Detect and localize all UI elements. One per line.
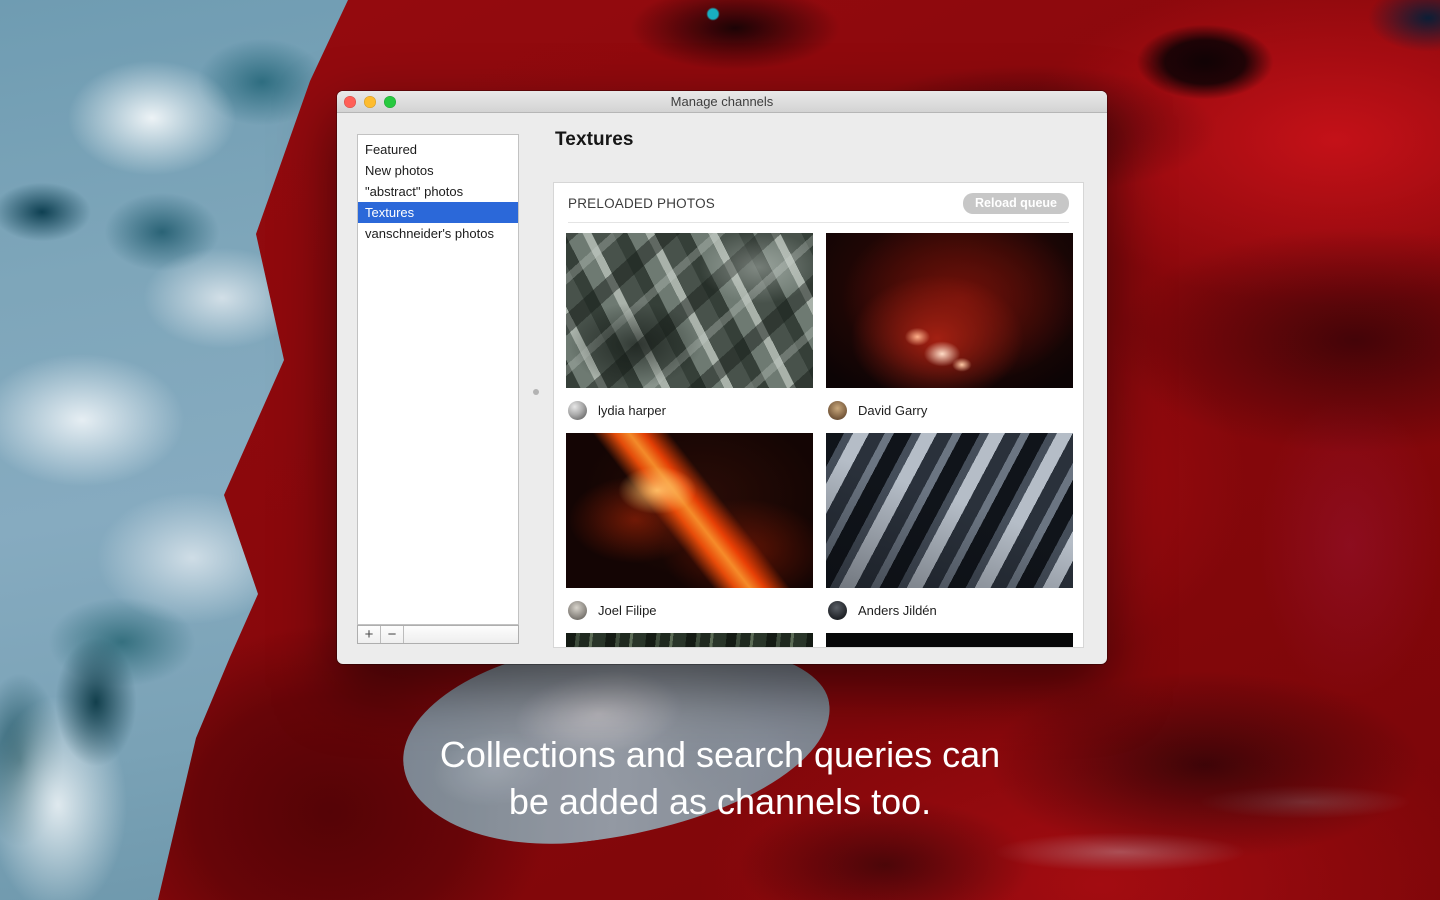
photo-architecture-beams: [826, 433, 1073, 588]
manage-channels-window: Manage channels Featured New photos "abs…: [337, 91, 1107, 664]
page-title: Textures: [555, 129, 634, 151]
channel-list-item[interactable]: "abstract" photos: [358, 181, 518, 202]
author-name: David Garry: [858, 403, 927, 418]
photo-grid[interactable]: lydia harper David Garry Joel Filipe: [566, 233, 1073, 648]
screen-caption: Collections and search queries can be ad…: [0, 731, 1440, 825]
author-avatar: [568, 401, 587, 420]
fullscreen-button[interactable]: [384, 96, 396, 108]
window-titlebar[interactable]: Manage channels: [337, 91, 1107, 113]
photo-lava-streak: [566, 433, 813, 588]
author-avatar: [828, 401, 847, 420]
panel-header: PRELOADED PHOTOS: [568, 196, 715, 211]
caption-line-2: be added as channels too.: [0, 778, 1440, 825]
reload-queue-button[interactable]: Reload queue: [963, 193, 1069, 214]
author-name: Anders Jildén: [858, 603, 937, 618]
photo-dark-smoke: [826, 633, 1073, 648]
traffic-lights: [344, 96, 396, 108]
photo-caption: lydia harper: [566, 388, 813, 433]
channel-list-item[interactable]: Featured: [358, 139, 518, 160]
desktop: Manage channels Featured New photos "abs…: [0, 0, 1440, 900]
close-button[interactable]: [344, 96, 356, 108]
channel-list-footer: + −: [357, 625, 519, 644]
channel-list-item[interactable]: New photos: [358, 160, 518, 181]
photo-grass-blades: [566, 633, 813, 648]
photo-item: Anders Jildén: [826, 433, 1073, 633]
channel-list[interactable]: Featured New photos "abstract" photos Te…: [357, 134, 519, 625]
photo-red-nebula: [826, 233, 1073, 388]
remove-channel-button[interactable]: −: [381, 626, 404, 643]
minimize-button[interactable]: [364, 96, 376, 108]
photo-item: [826, 633, 1073, 648]
author-name: lydia harper: [598, 403, 666, 418]
author-avatar: [568, 601, 587, 620]
photo-item: Joel Filipe: [566, 433, 813, 633]
preloaded-photos-panel: PRELOADED PHOTOS Reload queue lydia harp…: [553, 182, 1084, 648]
footer-filler: [404, 626, 518, 643]
author-name: Joel Filipe: [598, 603, 657, 618]
divider: [568, 222, 1069, 223]
photo-item: lydia harper: [566, 233, 813, 433]
panel-header-row: PRELOADED PHOTOS Reload queue: [554, 183, 1083, 214]
add-channel-button[interactable]: +: [358, 626, 381, 643]
photo-agave-leaves: [566, 233, 813, 388]
channel-list-item[interactable]: Textures: [358, 202, 518, 223]
photo-caption: Anders Jildén: [826, 588, 1073, 633]
photo-caption: Joel Filipe: [566, 588, 813, 633]
window-title: Manage channels: [337, 91, 1107, 113]
channel-list-item[interactable]: vanschneider's photos: [358, 223, 518, 244]
photo-item: [566, 633, 813, 648]
caption-line-1: Collections and search queries can: [0, 731, 1440, 778]
author-avatar: [828, 601, 847, 620]
splitter-handle[interactable]: [533, 389, 539, 395]
photo-caption: David Garry: [826, 388, 1073, 433]
photo-item: David Garry: [826, 233, 1073, 433]
